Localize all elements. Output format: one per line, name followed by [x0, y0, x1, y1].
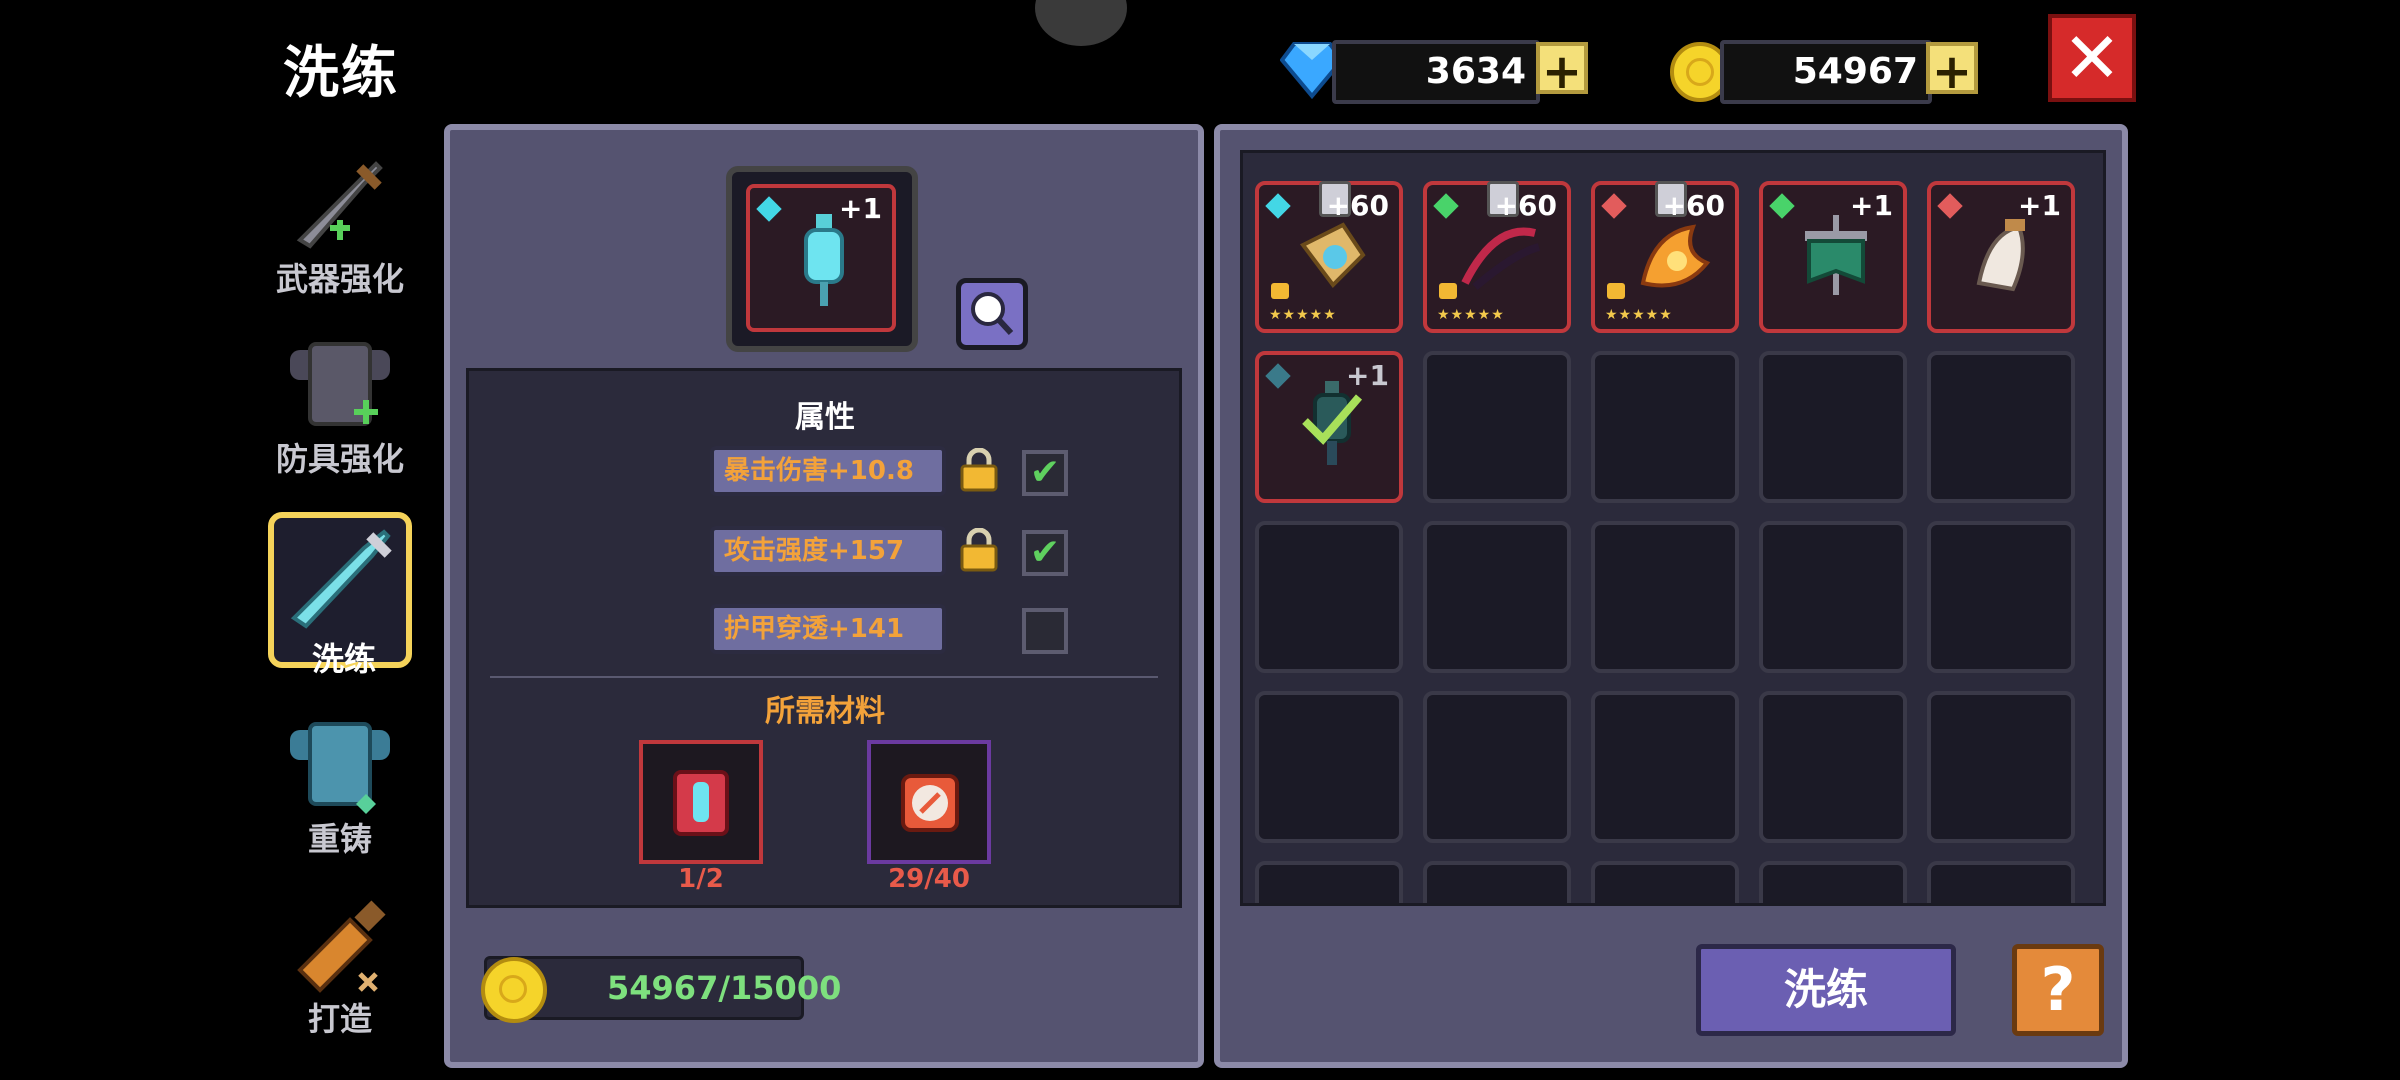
materials-heading: 所需材料 — [765, 694, 885, 729]
star-rating: ★★★★★ — [1605, 307, 1673, 323]
close-button[interactable]: ✕ — [2048, 14, 2136, 102]
attribute-armor-penetration: 护甲穿透+141 — [710, 604, 946, 654]
add-gems-button[interactable]: + — [1536, 42, 1588, 98]
crystal-sword-icon — [290, 529, 392, 629]
divider — [490, 676, 1158, 678]
inventory-slot[interactable]: +1 — [1759, 181, 1907, 333]
gold-count: 54967 — [1792, 51, 1918, 92]
sidebar-item-label: 重铸 — [307, 820, 372, 858]
dark-bow-icon — [1461, 227, 1541, 291]
material-slot[interactable] — [867, 740, 991, 864]
inventory-slot[interactable] — [1423, 691, 1571, 843]
inventory-slot[interactable] — [1927, 521, 2075, 673]
inventory-slot[interactable]: +1 — [1927, 181, 2075, 333]
inventory-slot[interactable] — [1591, 521, 1739, 673]
inspect-button[interactable] — [956, 278, 1028, 350]
close-icon: ✕ — [2062, 17, 2122, 99]
inventory-slot[interactable]: +60 ★★★★★ — [1423, 181, 1571, 333]
sidebar-item-refine[interactable]: 洗练 — [268, 512, 412, 678]
red-crystal-icon — [673, 770, 729, 836]
blue-scroll-icon — [1299, 222, 1366, 289]
repair-kit-icon — [901, 774, 959, 832]
white-horn-icon — [1976, 219, 2025, 292]
material-count: 1/2 — [678, 864, 724, 894]
sword-icon — [296, 161, 383, 249]
inventory-slot[interactable]: +1 — [1255, 351, 1403, 503]
attribute-checkbox[interactable]: ✔ — [1022, 530, 1068, 576]
material-count: 29/40 — [888, 864, 970, 894]
attribute-checkbox[interactable] — [1022, 608, 1068, 654]
star-rating: ★★★★★ — [1269, 307, 1337, 323]
sidebar-item-label: 防具强化 — [275, 440, 404, 478]
blue-armor-icon — [290, 722, 390, 814]
lock-icon — [1439, 283, 1457, 299]
gem-count: 3634 — [1425, 51, 1526, 92]
armor-icon — [290, 342, 390, 426]
inventory-slot[interactable] — [1927, 691, 2075, 843]
page-title: 洗练 — [283, 41, 399, 106]
inventory-slot[interactable] — [1591, 691, 1739, 843]
inventory-slot[interactable] — [1927, 861, 2075, 903]
attribute-attack-power: 攻击强度+157 — [710, 526, 946, 576]
sidebar-item-weapon-upgrade[interactable]: 武器强化 — [270, 150, 410, 300]
inventory-slot[interactable] — [1759, 351, 1907, 503]
gold-cost: 54967/15000 — [481, 956, 841, 1023]
inventory-slot[interactable] — [1255, 691, 1403, 843]
inventory-slot[interactable] — [1591, 861, 1739, 903]
inventory-slot[interactable]: +60 ★★★★★ — [1255, 181, 1403, 333]
crystal-lantern-icon — [804, 214, 844, 306]
selected-item-slot[interactable]: +1 — [726, 166, 918, 352]
inventory-slot[interactable] — [1255, 521, 1403, 673]
lock-icon[interactable] — [958, 448, 1000, 492]
magnifier-icon — [971, 292, 1014, 336]
inventory-slot[interactable] — [1759, 691, 1907, 843]
gold-cost-value: 54967/15000 — [607, 969, 842, 1007]
hammer-icon — [297, 900, 386, 993]
attribute-crit-damage: 暴击伤害+10.8 — [710, 446, 946, 496]
star-rating: ★★★★★ — [1437, 307, 1505, 323]
inventory-grid: +60 ★★★★★ +60 ★★★★★ +60 ★★★★★ +1 +1 +1 — [1240, 150, 2106, 906]
sidebar-item-label: 武器强化 — [275, 260, 404, 298]
inventory-slot[interactable] — [1423, 521, 1571, 673]
sidebar-item-label: 洗练 — [311, 640, 376, 678]
inventory-slot[interactable] — [1423, 861, 1571, 903]
green-banner-icon — [1805, 215, 1867, 295]
help-button[interactable]: ? — [2012, 944, 2104, 1036]
rarity-gem-icon — [756, 196, 782, 222]
attribute-checkbox[interactable]: ✔ — [1022, 450, 1068, 496]
refine-button[interactable]: 洗练 — [1696, 944, 1956, 1036]
inventory-slot[interactable] — [1759, 521, 1907, 673]
lantern-icon — [1302, 381, 1363, 465]
sidebar-item-label: 打造 — [307, 1000, 372, 1038]
fire-weapon-icon — [1640, 224, 1711, 288]
rarity-gem-icon — [1265, 193, 1291, 219]
lock-icon — [1607, 283, 1625, 299]
rarity-gem-icon — [1265, 363, 1291, 389]
inventory-slot[interactable] — [1255, 861, 1403, 903]
inventory-slot[interactable]: +60 ★★★★★ — [1591, 181, 1739, 333]
sidebar-item-armor-upgrade[interactable]: 防具强化 — [270, 330, 410, 480]
add-gold-button[interactable]: + — [1926, 42, 1978, 98]
gold-coin-icon — [481, 957, 547, 1023]
material-slot[interactable] — [639, 740, 763, 864]
sidebar-item-craft[interactable]: 打造 — [270, 890, 410, 1040]
inventory-slot[interactable] — [1927, 351, 2075, 503]
inventory-slot[interactable] — [1423, 351, 1571, 503]
inventory-slot[interactable] — [1759, 861, 1907, 903]
top-menu-handle[interactable] — [1035, 0, 1127, 46]
sidebar-item-recast[interactable]: 重铸 — [270, 710, 410, 860]
lock-icon — [1271, 283, 1289, 299]
inventory-slot[interactable] — [1591, 351, 1739, 503]
lock-icon[interactable] — [958, 528, 1000, 572]
attributes-heading: 属性 — [795, 400, 855, 435]
